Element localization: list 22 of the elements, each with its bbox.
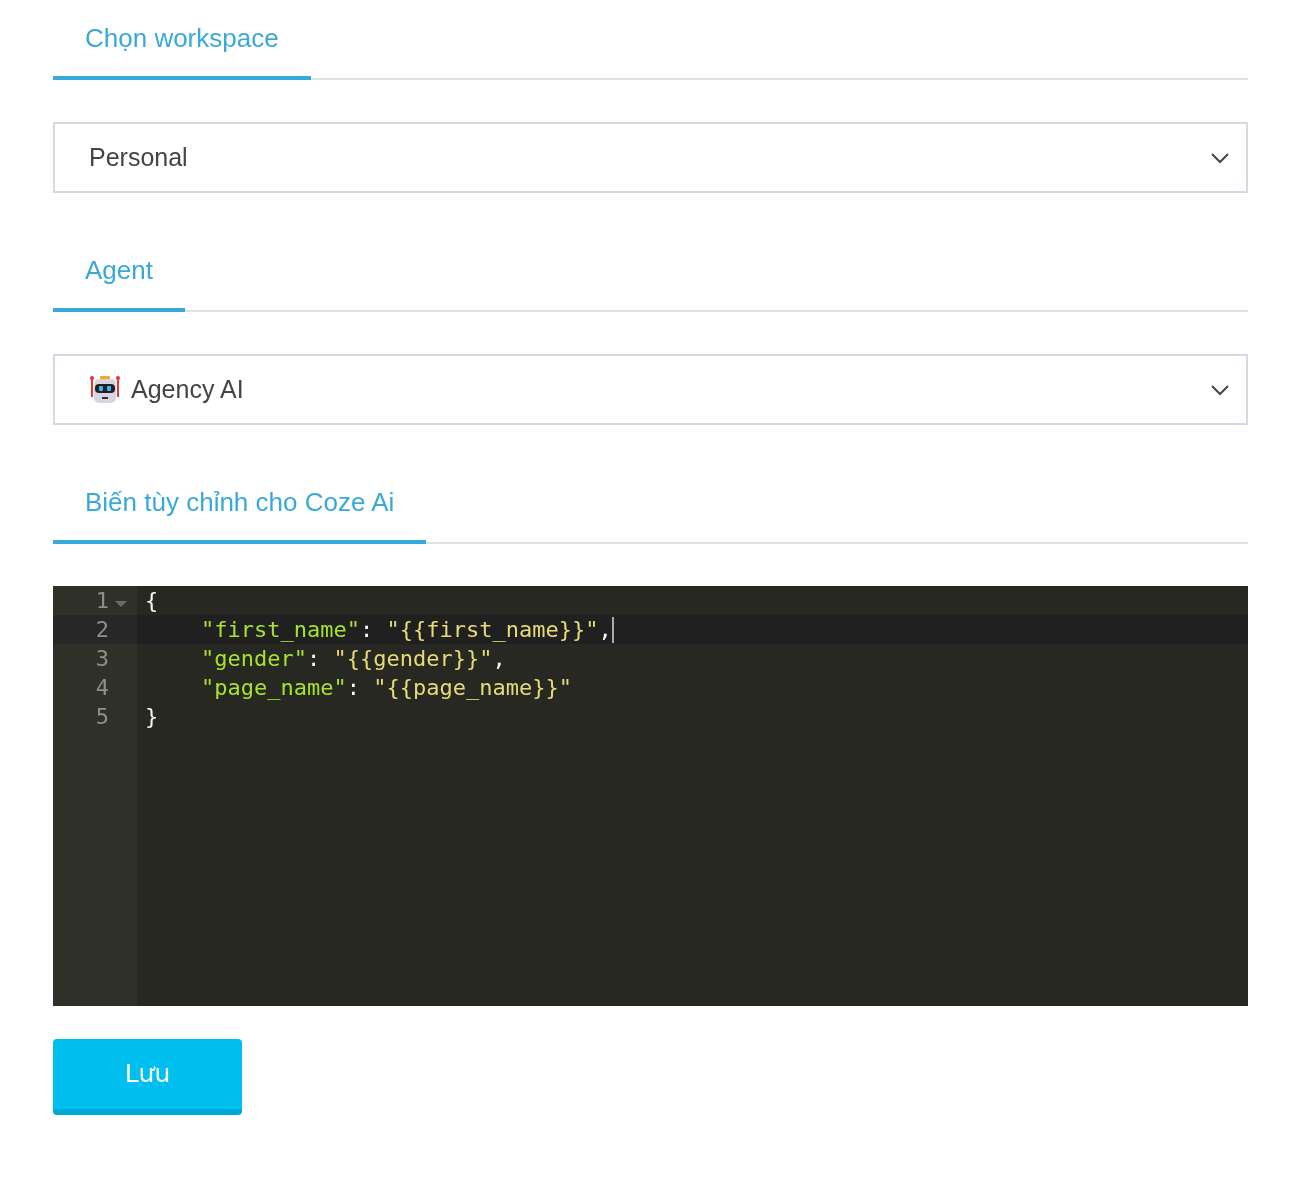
text-cursor	[611, 616, 614, 643]
code-editor[interactable]: 1 2 3 4 5 { "first_name": "{{first_name}}", "gender": "{{gender}}", "page_name": "{{page_name}}" }	[53, 586, 1248, 1006]
line-number: 3	[94, 645, 109, 673]
section-tab[interactable]: Biến tùy chỉnh cho Coze Ai	[53, 483, 427, 544]
line-number: 2	[94, 616, 109, 644]
dropdown-select[interactable]: Agency AI	[53, 354, 1248, 425]
line-number: 5	[94, 703, 109, 731]
chevron-down-icon	[1210, 151, 1230, 164]
section-tab[interactable]: Agent	[53, 251, 185, 312]
dropdown-select[interactable]: Personal	[53, 122, 1248, 193]
save-button[interactable]: Lưu	[53, 1039, 242, 1115]
selected-value: Agency AI	[131, 373, 244, 405]
selected-value: Personal	[89, 141, 188, 173]
code-line: }	[144, 703, 159, 731]
chevron-down-icon	[1210, 383, 1230, 396]
line-number: 4	[94, 674, 109, 702]
code-line: "gender": "{{gender}}",	[200, 645, 506, 673]
code-line: "first_name": "{{first_name}}",	[200, 616, 612, 644]
code-line: "page_name": "{{page_name}}"	[200, 674, 572, 702]
code-line: {	[144, 587, 159, 615]
section-tab[interactable]: Chọn workspace	[53, 19, 311, 80]
line-number: 1	[94, 587, 109, 615]
